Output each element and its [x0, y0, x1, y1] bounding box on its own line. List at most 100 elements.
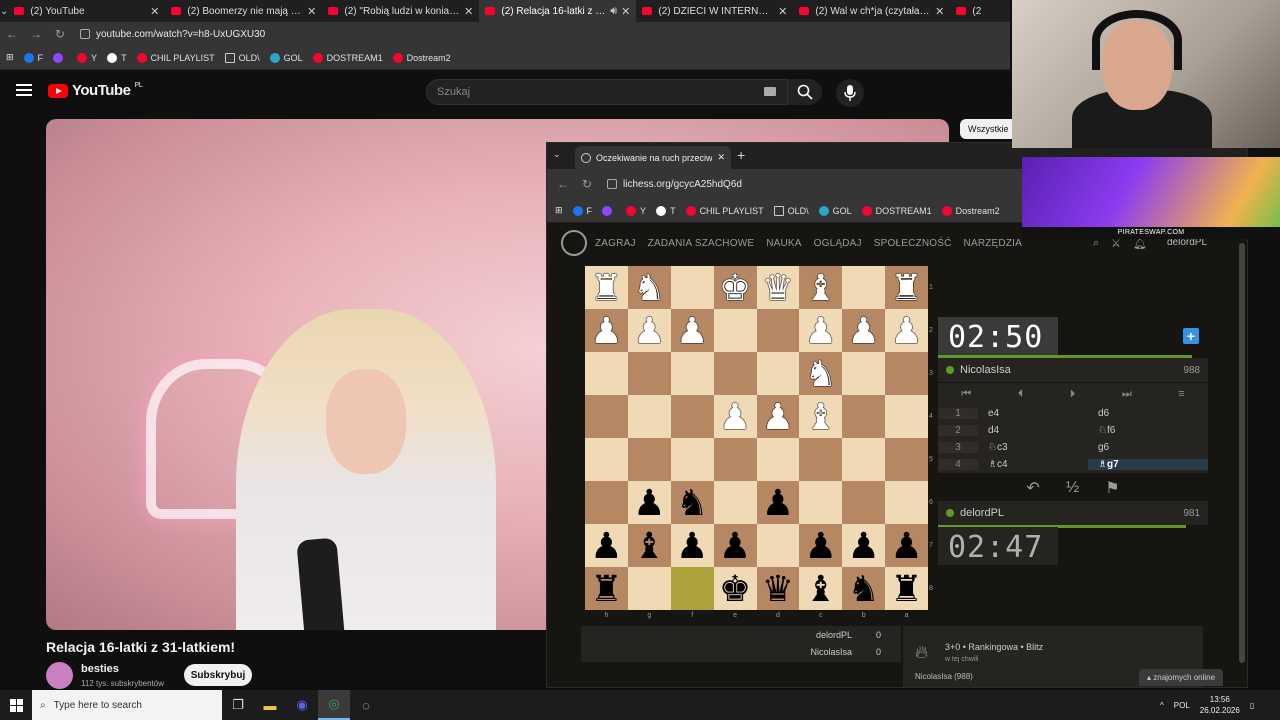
move-black[interactable]: ♗g7 [1088, 459, 1208, 470]
square-b8[interactable]: ♞ [842, 567, 886, 610]
white-pawn-icon[interactable]: ♟ [719, 398, 751, 435]
reload-icon[interactable]: ↻ [48, 27, 72, 41]
bookmark-item[interactable]: CHIL PLAYLIST [136, 52, 215, 63]
reload-icon[interactable]: ↻ [575, 177, 599, 191]
menu-icon[interactable] [16, 84, 32, 96]
black-bishop-icon[interactable]: ♝ [805, 570, 837, 607]
square-a7[interactable]: ♟ [885, 524, 928, 567]
white-pawn-icon[interactable]: ♟ [676, 312, 708, 349]
square-d4[interactable]: ♟ [756, 395, 800, 438]
black-knight-icon[interactable]: ♞ [676, 484, 708, 521]
square-d2[interactable] [756, 309, 800, 352]
black-pawn-icon[interactable]: ♟ [762, 484, 794, 521]
white-knight-icon[interactable]: ♞ [805, 355, 837, 392]
square-f3[interactable] [670, 352, 714, 395]
square-f1[interactable] [670, 266, 714, 309]
bookmark-item[interactable]: Y [626, 205, 646, 216]
search-button[interactable] [788, 79, 822, 105]
nav-narzędzia[interactable]: NARZĘDZIA [964, 238, 1022, 249]
nav-zagraj[interactable]: ZAGRAJ [595, 238, 636, 249]
move-black[interactable]: ♘f6 [1088, 425, 1208, 436]
add-time-icon[interactable]: + [1183, 328, 1199, 344]
square-e7[interactable]: ♟ [713, 524, 757, 567]
square-a1[interactable]: ♜ [885, 266, 928, 309]
bookmark-item[interactable]: GOL [818, 205, 852, 216]
square-b6[interactable] [842, 481, 886, 524]
square-g7[interactable]: ♝ [627, 524, 671, 567]
speaker-icon[interactable]: 🔊︎ [610, 5, 617, 18]
prev-move-icon[interactable]: ⏴ [1018, 388, 1024, 401]
next-move-icon[interactable]: ⏵ [1070, 388, 1076, 401]
language-indicator[interactable]: POL [1174, 701, 1190, 710]
bookmark-item[interactable] [53, 52, 67, 63]
white-pawn-icon[interactable]: ♟ [805, 312, 837, 349]
move-white[interactable]: e4 [978, 408, 1088, 419]
chip-all[interactable]: Wszystkie [960, 119, 1017, 139]
move-black[interactable]: g6 [1088, 442, 1208, 453]
black-pawn-icon[interactable]: ♟ [890, 527, 922, 564]
white-pawn-icon[interactable]: ♟ [890, 312, 922, 349]
last-move-icon[interactable]: ⏭ [1122, 388, 1132, 401]
new-tab-icon[interactable]: + [737, 147, 745, 163]
white-knight-icon[interactable]: ♞ [633, 269, 665, 306]
bookmark-item[interactable]: T [107, 52, 127, 63]
voice-search-button[interactable] [836, 79, 864, 107]
close-tab-icon[interactable]: ✕ [150, 5, 159, 18]
site-info-icon[interactable] [80, 29, 90, 39]
square-a4[interactable] [885, 395, 928, 438]
browser-tab[interactable]: (2) Wal w ch*ja (czytała Krysty ✕ [793, 0, 950, 22]
tray-clock[interactable]: 13:56 26.02.2026 [1200, 694, 1240, 716]
black-knight-icon[interactable]: ♞ [848, 570, 880, 607]
bookmark-item[interactable]: T [656, 205, 676, 216]
bookmark-item[interactable]: Dostream2 [941, 205, 1000, 216]
white-pawn-icon[interactable]: ♟ [762, 398, 794, 435]
keyboard-icon[interactable] [764, 87, 776, 96]
forward-icon[interactable]: → [24, 27, 48, 41]
player-name[interactable]: delordPL [960, 507, 1183, 519]
first-move-icon[interactable]: ⏮ [961, 388, 971, 401]
bookmark-item[interactable] [602, 205, 616, 216]
nav-oglądaj[interactable]: OGLĄDAJ [814, 238, 862, 249]
bookmark-item[interactable]: OLD\ [224, 52, 260, 63]
square-a8[interactable]: ♜ [885, 567, 928, 610]
square-d3[interactable] [756, 352, 800, 395]
square-h7[interactable]: ♟ [585, 524, 628, 567]
file-explorer-icon[interactable]: ▬ [254, 690, 286, 720]
apps-icon[interactable]: ⊞ [555, 205, 563, 216]
square-h5[interactable] [585, 438, 628, 481]
square-e1[interactable]: ♚ [713, 266, 757, 309]
square-f7[interactable]: ♟ [670, 524, 714, 567]
black-bishop-icon[interactable]: ♝ [633, 527, 665, 564]
square-d7[interactable] [756, 524, 800, 567]
black-rook-icon[interactable]: ♜ [590, 570, 622, 607]
black-pawn-icon[interactable]: ♟ [676, 527, 708, 564]
black-pawn-icon[interactable]: ♟ [719, 527, 751, 564]
lichess-url-field[interactable]: lichess.org/gcycA25hdQ6d [607, 179, 742, 190]
square-f8[interactable] [670, 567, 714, 610]
square-g2[interactable]: ♟ [627, 309, 671, 352]
resign-flag-icon[interactable]: ⚑ [1105, 478, 1119, 498]
square-h4[interactable] [585, 395, 628, 438]
bookmark-item[interactable]: Y [77, 52, 97, 63]
square-e3[interactable] [713, 352, 757, 395]
opponent-name[interactable]: NicolasIsa [960, 364, 1183, 376]
square-c3[interactable]: ♞ [799, 352, 843, 395]
bookmark-item[interactable]: F [23, 52, 43, 63]
square-e6[interactable] [713, 481, 757, 524]
white-rook-icon[interactable]: ♜ [590, 269, 622, 306]
close-tab-icon[interactable]: ✕ [935, 5, 944, 18]
bookmark-item[interactable]: F [572, 205, 592, 216]
chess-board[interactable]: ♜ ♞ ♚ ♛ ♝ ♜ ♟ ♟ ♟ ♟ ♟ ♟ ♞ ♟ ♟ ♝ ♟ ♞ ♟ ♟ ♝ ♟ ♟ ♟ ♟ ♟ ♜ ♚ ♛ ♝ ♞ ♜ [585, 266, 928, 610]
white-bishop-icon[interactable]: ♝ [805, 398, 837, 435]
bookmark-item[interactable]: OLD\ [773, 205, 809, 216]
square-f4[interactable] [670, 395, 714, 438]
square-c4[interactable]: ♝ [799, 395, 843, 438]
square-d5[interactable] [756, 438, 800, 481]
notification-icon[interactable]: ▯ [1250, 701, 1254, 710]
square-b3[interactable] [842, 352, 886, 395]
channel-name[interactable]: besties [81, 663, 119, 675]
channel-avatar[interactable] [46, 662, 73, 689]
square-c8[interactable]: ♝ [799, 567, 843, 610]
square-a6[interactable] [885, 481, 928, 524]
bookmark-item[interactable]: Dostream2 [392, 52, 451, 63]
